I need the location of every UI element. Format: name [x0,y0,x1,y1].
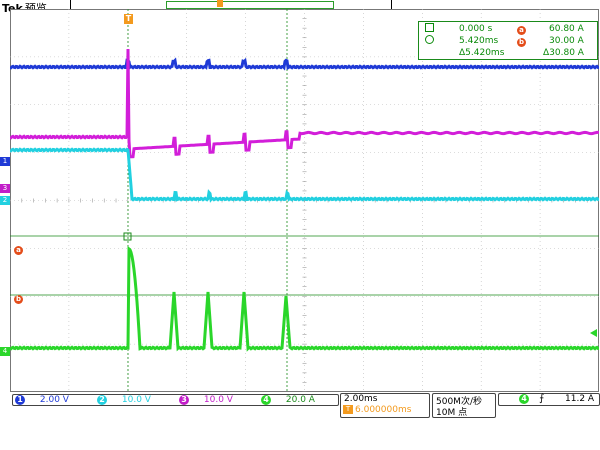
cursor-a-badge: a [517,24,526,36]
ch3-ground-marker[interactable]: 3 [0,184,10,193]
ch3-scale[interactable]: 3 10.0 V [179,395,233,405]
cursor-b-marker: b [14,295,23,304]
value-delta: Δ30.80 A [543,48,584,58]
ch2-ground-marker[interactable]: 2 [0,196,10,205]
trigger-box[interactable]: 4 ⨍ 11.2 A [498,393,600,406]
trigger-source: 4 [519,394,529,404]
cursor-a-value: 60.80 A [549,24,584,34]
timebase-scale: 2.00ms [344,394,378,404]
cursor-a-marker: a [14,237,23,256]
channel-scale-box: 1 2.00 V 2 10.0 V 3 10.0 V 4 20.0 A [12,394,339,406]
timebase-position: 6.000000ms [355,405,412,415]
record-length: 10M 点 [436,408,468,418]
cursor-b-value: 30.00 A [549,36,584,46]
cursor-a-handle[interactable] [123,232,132,241]
record-view-window[interactable] [166,1,334,9]
rising-edge-icon: ⨍ [539,393,545,404]
cursor-square-icon [425,23,434,35]
ch1-ground-marker[interactable]: 1 [0,157,10,166]
trigger-level: 11.2 A [565,394,595,404]
ch2-scale[interactable]: 2 10.0 V [97,395,151,405]
ch4-ground-marker[interactable]: 4 [0,347,10,356]
cursor-b-badge: b [517,38,526,47]
record-position-marker [217,0,223,7]
ch1-scale[interactable]: 1 2.00 V [15,395,69,405]
timebase-box[interactable]: 2.00ms T 6.000000ms [340,393,430,418]
waveform-canvas [10,9,599,392]
status-bar: 1 2.00 V 2 10.0 V 3 10.0 V 4 20.0 A 2.00… [0,392,600,418]
ch2-trace [10,147,599,203]
trigger-position-marker[interactable]: T [124,14,133,24]
trigger-level-marker[interactable] [590,329,597,337]
cursor-circle-icon [425,35,434,47]
time-abs: 0.000 s [459,24,493,34]
waveform-display[interactable] [10,9,599,392]
ch4-scale[interactable]: 4 20.0 A [261,395,315,405]
cursor-readout: 0.000 s a 60.80 A 5.420ms b 30.00 A Δ5.4… [418,21,598,60]
acquisition-box[interactable]: 500M次/秒 10M 点 [432,393,496,418]
time-delta: Δ5.420ms [459,48,505,58]
trigger-offset-icon: T [343,405,353,414]
time-cursor: 5.420ms [459,36,499,46]
